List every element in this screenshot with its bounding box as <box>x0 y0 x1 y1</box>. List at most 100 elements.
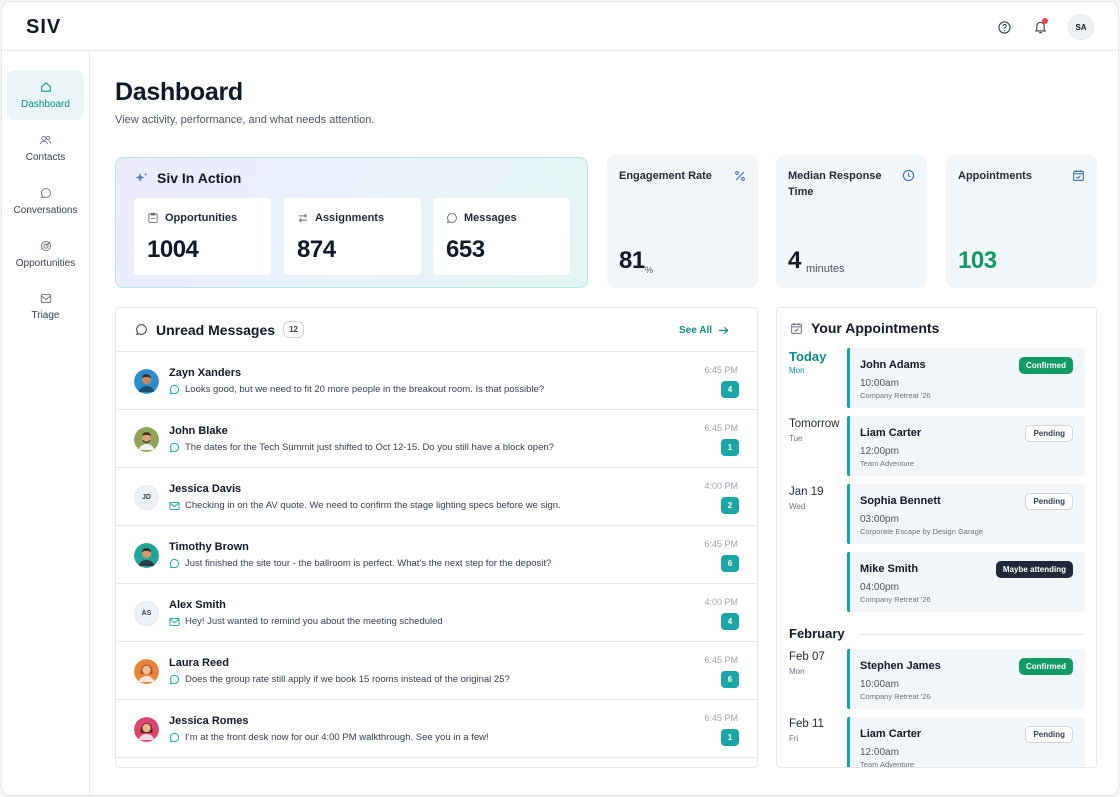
status-badge: Confirmed <box>1019 357 1073 374</box>
notification-dot <box>1042 18 1048 24</box>
opportunities-value: 1004 <box>147 236 199 263</box>
message-time: 4:00 PM <box>704 597 738 607</box>
opportunities-metric-card[interactable]: Opportunities 1004 <box>134 198 271 275</box>
message-count-badge: 4 <box>721 381 739 398</box>
sender-name: John Blake <box>169 425 228 437</box>
sparkle-icon <box>135 171 148 182</box>
sidebar-item-opportunities[interactable]: Opportunities <box>7 229 84 279</box>
appointment-card[interactable]: Liam Carter 12:00am Team Adventure Pendi… <box>847 717 1085 768</box>
stat-label: Appointments <box>958 170 1032 182</box>
appointment-card[interactable]: Sophia Bennett 03:00pm Corporate Escape … <box>847 484 1085 544</box>
top-actions: SA <box>992 14 1094 40</box>
assignments-metric-card[interactable]: Assignments 874 <box>284 198 421 275</box>
message-preview: Checking in on the AV quote. We need to … <box>169 500 561 511</box>
day-label: Feb 07 <box>789 651 825 663</box>
message-row[interactable]: JD Jessica Davis Checking in on the AV q… <box>116 468 757 526</box>
message-preview: Does the group rate still apply if we bo… <box>169 674 510 685</box>
see-all-link[interactable]: See All <box>679 325 729 336</box>
sender-name: Alex Smith <box>169 599 226 611</box>
message-count-badge: 1 <box>721 729 739 746</box>
sender-name: Timothy Brown <box>169 541 249 553</box>
day-label: Feb 11 <box>789 718 824 730</box>
clipboard-icon <box>148 212 158 223</box>
chat-bubble-icon <box>40 187 51 198</box>
appointment-name: Liam Carter <box>860 728 922 740</box>
sidebar: Dashboard Contacts Conversations Opportu… <box>2 51 90 795</box>
message-time: 6:45 PM <box>704 423 738 433</box>
appointment-time: 12:00am <box>860 747 899 758</box>
appointment-card[interactable]: John Adams 10:00am Company Retreat '26 C… <box>847 348 1085 408</box>
appointment-event: Team Adventure <box>860 760 915 768</box>
message-preview: The dates for the Tech Summit just shift… <box>169 442 554 453</box>
engagement-rate-card[interactable]: Engagement Rate 81 % <box>607 155 758 288</box>
day-weekday: Mon <box>789 667 805 676</box>
arrow-right-icon <box>719 326 729 335</box>
appointment-name: Mike Smith <box>860 563 919 575</box>
message-row[interactable]: Zayn Xanders Looks good, but we need to … <box>116 352 757 410</box>
appointment-time: 12:00pm <box>860 446 899 457</box>
chat-bubble-icon <box>169 442 180 453</box>
messages-metric-card[interactable]: Messages 653 <box>433 198 570 275</box>
sidebar-item-dashboard[interactable]: Dashboard <box>7 70 84 120</box>
help-icon[interactable] <box>992 15 1016 39</box>
unread-count-badge: 12 <box>283 321 304 338</box>
sidebar-item-label: Opportunities <box>15 257 76 269</box>
avatar: JD <box>134 485 159 510</box>
avatar <box>134 543 159 568</box>
status-badge: Pending <box>1025 726 1073 743</box>
your-appointments-title: Your Appointments <box>811 320 940 336</box>
day-weekday: Fri <box>789 734 799 743</box>
chat-bubble-icon <box>169 732 180 743</box>
sidebar-item-label: Triage <box>31 310 60 321</box>
message-row[interactable]: AS Alex Smith Hey! Just wanted to remind… <box>116 584 757 642</box>
chat-bubble-icon <box>136 324 147 336</box>
target-icon <box>40 240 51 251</box>
avatar <box>134 427 159 452</box>
stat-value: 81 <box>619 247 645 274</box>
page-title: Dashboard <box>115 78 243 106</box>
message-row[interactable]: Timothy Brown Just finished the site tou… <box>116 526 757 584</box>
day-weekday: Tue <box>789 434 803 443</box>
appointment-event: Company Retreat '26 <box>860 692 931 701</box>
chat-bubble-icon <box>169 384 180 395</box>
message-preview: Looks good, but we need to fit 20 more p… <box>169 384 544 395</box>
appointment-time: 10:00am <box>860 679 899 690</box>
day-weekday: Mon <box>789 366 805 375</box>
day-label: Jan 19 <box>789 486 824 498</box>
sender-name: Jessica Romes <box>169 715 249 727</box>
message-time: 6:45 PM <box>704 713 738 723</box>
siv-in-action-title: Siv In Action <box>134 170 241 186</box>
status-badge: Confirmed <box>1019 658 1073 675</box>
app-logo[interactable]: SIV <box>26 16 61 39</box>
appointment-card[interactable]: Liam Carter 12:00pm Team Adventure Pendi… <box>847 416 1085 476</box>
main-content: Dashboard View activity, performance, an… <box>90 51 1118 795</box>
sidebar-item-triage[interactable]: Triage <box>7 282 84 332</box>
message-row[interactable]: Laura Reed Does the group rate still app… <box>116 642 757 700</box>
home-icon <box>40 81 51 92</box>
appointment-card[interactable]: Mike Smith 04:00pm Company Retreat '26 M… <box>847 552 1085 612</box>
message-preview: Just finished the site tour - the ballro… <box>169 558 551 569</box>
stat-unit: % <box>645 265 654 275</box>
assignments-value: 874 <box>297 236 336 263</box>
chat-bubble-icon <box>169 674 180 685</box>
appointment-card[interactable]: Stephen James 10:00am Company Retreat '2… <box>847 649 1085 709</box>
page-subtitle: View activity, performance, and what nee… <box>115 114 375 126</box>
sidebar-item-contacts[interactable]: Contacts <box>7 123 84 173</box>
message-preview: Hey! Just wanted to remind you about the… <box>169 616 443 627</box>
appointment-event: Company Retreat '26 <box>860 595 931 604</box>
stat-unit: minutes <box>806 263 845 275</box>
message-row[interactable]: John Blake The dates for the Tech Summit… <box>116 410 757 468</box>
sidebar-item-conversations[interactable]: Conversations <box>7 176 84 226</box>
email-icon <box>169 617 180 626</box>
appointments-card[interactable]: Appointments 103 <box>946 155 1097 288</box>
chat-bubble-icon <box>169 558 180 569</box>
stat-label: Engagement Rate <box>619 170 712 182</box>
top-bar: SIV SA <box>2 2 1118 51</box>
unread-messages-header: Unread Messages 12 See All <box>116 308 757 352</box>
median-response-time-card[interactable]: Median Response Time 4 minutes <box>776 155 927 288</box>
stat-value: 4 <box>788 247 801 274</box>
message-row[interactable]: Jessica Romes I’m at the front desk now … <box>116 700 757 758</box>
appointment-name: John Adams <box>860 359 926 371</box>
user-avatar[interactable]: SA <box>1068 14 1094 40</box>
bell-icon[interactable] <box>1028 15 1052 39</box>
